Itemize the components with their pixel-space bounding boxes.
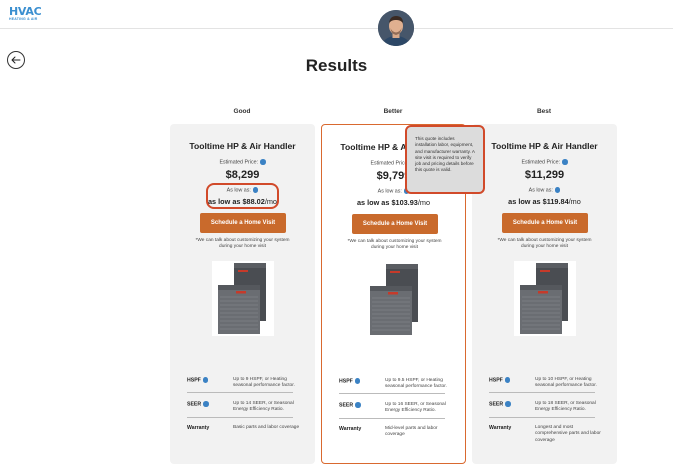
- spec-value: Up to 14 SEER, or Seasonal Energy Effici…: [233, 401, 294, 413]
- hvac-logo[interactable]: HVAC HEATING & AIR: [9, 6, 49, 22]
- logo-main-text: HVAC: [9, 5, 42, 18]
- estimated-price-label: Estimated Price:: [170, 159, 315, 166]
- estimated-label-text: Estimated Price:: [370, 160, 410, 167]
- schedule-home-visit-button[interactable]: Schedule a Home Visit: [502, 213, 588, 233]
- monthly-prefix: as low as: [508, 197, 543, 206]
- monthly-payment: as low as $119.84/mo: [472, 197, 617, 206]
- monthly-amount: $119.84: [542, 197, 569, 206]
- top-header: HVAC HEATING & AIR: [0, 0, 673, 29]
- spec-divider: [489, 417, 595, 418]
- advisor-avatar: [378, 10, 414, 46]
- spec-value: Longest and most comprehensive parts and…: [535, 425, 601, 443]
- estimated-label-text: Estimated Price:: [521, 159, 561, 166]
- spec-name: HSPF: [339, 378, 361, 385]
- info-icon[interactable]: [355, 402, 361, 408]
- spec-divider: [187, 392, 293, 393]
- info-icon[interactable]: [260, 159, 266, 165]
- logo-sub-text: HEATING & AIR: [9, 17, 38, 21]
- as-low-as-label: As low as:: [472, 187, 617, 194]
- info-icon[interactable]: [354, 378, 361, 384]
- tier-label-good: Good: [233, 108, 251, 115]
- info-icon[interactable]: [504, 377, 511, 383]
- spec-divider: [489, 392, 595, 393]
- spec-value: Up to 9.5 HSPF, or Heating seasonal perf…: [385, 378, 447, 390]
- tier-label-best: Best: [536, 108, 552, 115]
- monthly-payment: as low as $103.93/mo: [322, 198, 465, 207]
- info-icon[interactable]: [202, 377, 209, 383]
- spec-value: Up to 16 SEER, or Seasonal Energy Effici…: [385, 402, 446, 414]
- spec-name: Warranty: [489, 425, 512, 431]
- tier-card-best: Tooltime HP & Air Handler Estimated Pric…: [472, 124, 617, 464]
- spec-divider: [339, 393, 445, 394]
- monthly-prefix: as low as: [356, 198, 392, 207]
- as-low-as-text: As low as:: [377, 188, 402, 195]
- highlight-annotation: [206, 183, 279, 209]
- monthly-suffix: /mo: [568, 197, 581, 206]
- estimated-price: $11,299: [524, 169, 565, 181]
- product-image: [514, 261, 576, 336]
- spec-name: HSPF: [187, 377, 209, 384]
- monthly-suffix: /mo: [417, 198, 431, 207]
- spec-name: SEER: [339, 402, 361, 409]
- page-title: Results: [305, 56, 368, 75]
- spec-value: Up to 9 HSPF, or Heating seasonal perfor…: [233, 377, 295, 389]
- spec-name: Warranty: [187, 425, 210, 431]
- spec-name: SEER: [489, 401, 511, 408]
- estimated-price: $8,299: [225, 169, 260, 181]
- pricing-tooltip: This quote includes installation labor, …: [405, 125, 485, 194]
- product-image: [212, 261, 274, 336]
- spec-value: Mid-level parts and labor coverage: [385, 426, 438, 438]
- spec-value: Up to 10 HSPF, or Heating seasonal perfo…: [535, 377, 597, 389]
- info-icon[interactable]: [562, 159, 568, 165]
- info-icon[interactable]: [554, 187, 561, 193]
- as-low-as-text: As low as:: [528, 187, 553, 194]
- spec-value: Up to 18 SEER, or Seasonal Energy Effici…: [535, 401, 596, 413]
- schedule-home-visit-button[interactable]: Schedule a Home Visit: [352, 214, 438, 234]
- spec-divider: [187, 417, 293, 418]
- spec-value: Basic parts and labor coverage: [233, 425, 300, 430]
- estimated-price-label: Estimated Price:: [472, 159, 617, 166]
- customize-note: *We can talk about customizing your syst…: [347, 239, 442, 251]
- spec-divider: [339, 418, 445, 419]
- info-icon[interactable]: [203, 401, 209, 407]
- spec-name: SEER: [187, 401, 209, 408]
- estimated-label-text: Estimated Price:: [219, 159, 259, 166]
- card-title: Tooltime HP & Air Handler: [189, 141, 296, 151]
- tier-card-good: Tooltime HP & Air Handler Estimated Pric…: [170, 124, 315, 464]
- monthly-amount: $103.93: [391, 198, 418, 207]
- customize-note: *We can talk about customizing your syst…: [195, 238, 290, 250]
- card-title: Tooltime HP & Air Handler: [491, 141, 598, 151]
- tier-label-better: Better: [383, 108, 403, 115]
- info-icon[interactable]: [505, 401, 511, 407]
- spec-name: HSPF: [489, 377, 511, 384]
- spec-name: Warranty: [339, 426, 362, 432]
- customize-note: *We can talk about customizing your syst…: [497, 238, 592, 250]
- product-image: [364, 262, 426, 337]
- schedule-home-visit-button[interactable]: Schedule a Home Visit: [200, 213, 286, 233]
